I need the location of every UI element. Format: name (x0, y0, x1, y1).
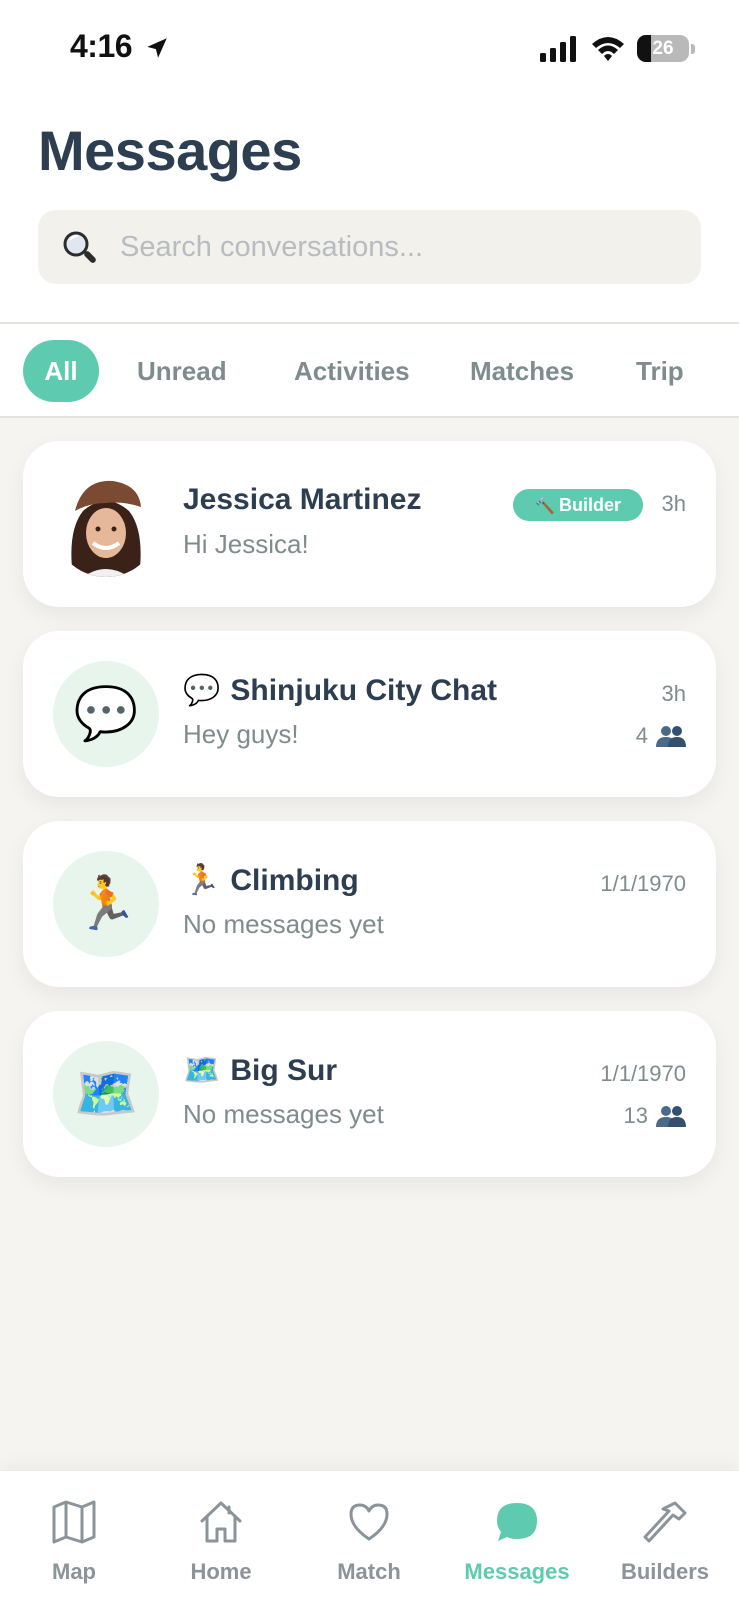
member-count-value: 4 (635, 723, 648, 748)
conversation-name: 🏃 Climbing (183, 863, 359, 898)
wifi-icon (592, 37, 624, 61)
top-panel: 4:16 26 Messages (0, 0, 739, 322)
conversation-card-big-sur[interactable]: 🗺️ 🗺️ Big Sur No messages yet 1/1/1970 13 (23, 1011, 716, 1177)
conversation-name-text: Climbing (230, 864, 359, 897)
member-count: 13 (624, 1103, 686, 1129)
world-map-icon: 🗺️ (183, 1054, 221, 1087)
runner-icon: 🏃 (73, 875, 139, 933)
filter-tabs: All Unread Activities Matches Trip (0, 324, 739, 416)
conversation-preview: No messages yet (183, 909, 384, 939)
people-icon (656, 1106, 686, 1127)
conversation-name: 🗺️ Big Sur (183, 1053, 337, 1088)
search-input[interactable] (120, 210, 680, 284)
member-count: 4 (636, 723, 686, 749)
conversation-name-text: Shinjuku City Chat (230, 674, 498, 707)
tab-activities[interactable]: Activities (294, 340, 410, 402)
search-icon (63, 231, 96, 263)
conversation-preview: Hi Jessica! (183, 529, 309, 559)
builder-badge: 🔨 Builder (513, 489, 643, 521)
status-bar: 4:16 26 (0, 0, 739, 100)
speech-bubble-icon: 💬 (73, 685, 139, 743)
avatar (53, 471, 159, 577)
runner-icon: 🏃 (183, 864, 221, 897)
tab-all[interactable]: All (23, 340, 99, 402)
nav-item-match[interactable]: Match (295, 1471, 443, 1600)
conversation-card-climbing[interactable]: 🏃 🏃 Climbing No messages yet 1/1/1970 (23, 821, 716, 987)
battery-icon: 26 (637, 35, 689, 62)
conversation-name-text: Big Sur (230, 1054, 338, 1087)
nav-label: Match (337, 1559, 401, 1584)
page-title: Messages (38, 119, 302, 182)
messages-screen: 4:16 26 Messages Search conversations...… (0, 0, 739, 1600)
conversation-time: 3h (661, 491, 686, 516)
conversation-name: 💬 Shinjuku City Chat (183, 673, 497, 708)
chat-bubble-icon (497, 1503, 537, 1541)
nav-item-builders[interactable]: Builders (591, 1471, 739, 1600)
battery-tip (691, 44, 695, 54)
tab-unread[interactable]: Unread (137, 340, 227, 402)
heart-icon (349, 1503, 389, 1541)
conversation-time: 1/1/1970 (600, 1061, 686, 1086)
avatar: 💬 (53, 661, 159, 767)
divider (0, 416, 739, 418)
world-map-icon: 🗺️ (73, 1065, 139, 1123)
cellular-signal-icon (540, 36, 576, 62)
tab-trip[interactable]: Trip (636, 340, 684, 402)
location-arrow-icon (147, 38, 167, 58)
nav-label: Messages (464, 1559, 570, 1584)
nav-item-home[interactable]: Home (147, 1471, 295, 1600)
conversation-preview: Hey guys! (183, 719, 299, 749)
avatar: 🏃 (53, 851, 159, 957)
home-icon (200, 1501, 242, 1543)
conversation-name: Jessica Martinez (183, 483, 422, 516)
search-bar[interactable] (38, 210, 701, 284)
avatar-photo (71, 480, 141, 577)
nav-item-messages[interactable]: Messages (443, 1471, 591, 1600)
nav-item-map[interactable]: Map (0, 1471, 148, 1600)
speech-bubble-icon: 💬 (183, 674, 221, 707)
conversation-card-shinjuku-city-chat[interactable]: 💬 💬 Shinjuku City Chat Hey guys! 3h 4 (23, 631, 716, 797)
battery-level: 26 (652, 38, 674, 59)
avatar: 🗺️ (53, 1041, 159, 1147)
conversation-preview: No messages yet (183, 1099, 384, 1129)
conversation-card-jessica-martinez[interactable]: Jessica Martinez Hi Jessica! 🔨 Builder 3h (23, 441, 716, 607)
hammer-icon: 🔨 (535, 498, 555, 515)
nav-label: Map (52, 1559, 96, 1584)
status-time: 4:16 (70, 28, 133, 64)
conversation-time: 3h (661, 681, 686, 706)
hammer-icon (643, 1501, 687, 1543)
map-icon (52, 1500, 96, 1544)
people-icon (656, 726, 686, 747)
badge-label: Builder (558, 495, 621, 515)
nav-label: Builders (620, 1559, 710, 1584)
conversation-time: 1/1/1970 (600, 871, 686, 896)
tab-matches[interactable]: Matches (470, 340, 574, 402)
nav-label: Home (190, 1559, 252, 1584)
bottom-nav: Map Home Match Messages Builders (0, 1470, 739, 1600)
member-count-value: 13 (623, 1103, 648, 1128)
